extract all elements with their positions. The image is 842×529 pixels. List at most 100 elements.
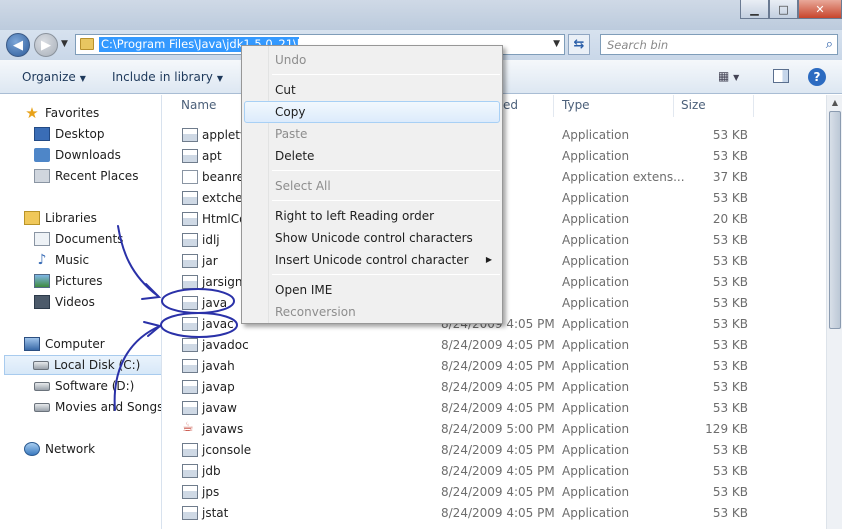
menu-item-select-all[interactable]: Select All <box>244 175 500 197</box>
menu-item-delete[interactable]: Delete <box>244 145 500 167</box>
libraries-header[interactable]: Libraries <box>24 208 97 228</box>
change-view-button[interactable]: ▦ ▼ <box>718 69 739 83</box>
menu-item-cut[interactable]: Cut <box>244 79 500 101</box>
file-size: 53 KB <box>712 380 748 394</box>
scrollbar-thumb[interactable] <box>829 111 841 329</box>
menu-separator <box>272 274 500 275</box>
table-row[interactable]: jconsole 8/24/2009 4:05 PM Application 53 K… <box>163 440 826 461</box>
nav-item-downloads[interactable]: Downloads <box>34 145 121 165</box>
file-name: java <box>202 296 228 310</box>
chevron-down-icon: ▼ <box>79 74 86 83</box>
file-type: Application <box>562 338 630 352</box>
videos-icon <box>34 295 50 309</box>
menu-item-rtl-reading-order[interactable]: Right to left Reading order <box>244 205 500 227</box>
column-divider[interactable] <box>753 95 754 117</box>
nav-item-videos[interactable]: Videos <box>34 292 95 312</box>
application-icon <box>182 296 198 310</box>
forward-button[interactable]: ▶ <box>34 33 58 57</box>
column-divider[interactable] <box>673 95 674 117</box>
scroll-up-arrow[interactable]: ▲ <box>827 95 842 111</box>
file-name: javac <box>202 317 234 331</box>
close-button[interactable]: ✕ <box>798 0 842 19</box>
nav-item-documents[interactable]: Documents <box>34 229 123 249</box>
table-row[interactable]: jstat 8/24/2009 4:05 PM Application 53 KB <box>163 503 826 524</box>
maximize-button[interactable]: □ <box>769 0 798 19</box>
table-row[interactable]: javap 8/24/2009 4:05 PM Application 53 KB <box>163 377 826 398</box>
menu-item-reconversion[interactable]: Reconversion <box>244 301 500 323</box>
favorites-header[interactable]: ★ Favorites <box>24 103 99 123</box>
file-size: 129 KB <box>705 422 748 436</box>
nav-item-software-d[interactable]: Software (D:) <box>34 376 134 396</box>
file-size: 53 KB <box>712 464 748 478</box>
file-name: javah <box>202 359 235 373</box>
back-button[interactable]: ◀ <box>6 33 30 57</box>
file-date: 8/24/2009 5:00 PM <box>441 422 555 436</box>
application-icon <box>182 464 198 478</box>
vertical-scrollbar[interactable]: ▲ <box>826 95 842 529</box>
file-name: jstat <box>202 506 229 520</box>
network-header[interactable]: Network <box>24 439 95 459</box>
nav-item-pictures[interactable]: Pictures <box>34 271 103 291</box>
menu-item-copy[interactable]: Copy <box>244 101 500 123</box>
search-input[interactable]: Search bin ⌕ <box>600 34 838 55</box>
nav-item-label: Videos <box>55 295 95 309</box>
refresh-button[interactable]: ⇆ <box>568 34 590 55</box>
file-type: Application <box>562 296 630 310</box>
table-row[interactable]: jdb 8/24/2009 4:05 PM Application 53 KB <box>163 461 826 482</box>
column-header-name[interactable]: Name <box>181 98 216 112</box>
menu-item-paste[interactable]: Paste <box>244 123 500 145</box>
table-row[interactable]: javadoc 8/24/2009 4:05 PM Application 53 KB <box>163 335 826 356</box>
recent-pages-dropdown[interactable]: ▼ <box>61 39 68 49</box>
application-icon <box>182 275 198 289</box>
preview-pane-button[interactable] <box>773 69 789 83</box>
address-dropdown-icon[interactable]: ▼ <box>553 39 560 49</box>
file-size: 53 KB <box>712 506 748 520</box>
file-size: 53 KB <box>712 296 748 310</box>
file-date: 8/24/2009 4:05 PM <box>441 380 555 394</box>
help-button[interactable]: ? <box>808 68 826 86</box>
computer-label: Computer <box>45 337 105 351</box>
nav-item-label: Pictures <box>55 274 103 288</box>
minimize-button[interactable]: ▁ <box>740 0 769 19</box>
network-label: Network <box>45 442 96 456</box>
column-header-type[interactable]: Type <box>562 98 590 112</box>
nav-item-recent-places[interactable]: Recent Places <box>34 166 138 186</box>
file-type: Application <box>562 317 630 331</box>
nav-item-music[interactable]: ♪ Music <box>34 250 90 270</box>
nav-item-local-disk-c[interactable]: Local Disk (C:) <box>4 355 161 375</box>
menu-separator <box>272 200 500 201</box>
application-icon <box>182 506 198 520</box>
file-date: 8/24/2009 4:05 PM <box>441 359 555 373</box>
column-header-size[interactable]: Size <box>681 98 706 112</box>
column-header-date-modified[interactable]: ed <box>503 98 518 112</box>
menu-item-open-ime[interactable]: Open IME <box>244 279 500 301</box>
menu-item-show-unicode[interactable]: Show Unicode control characters <box>244 227 500 249</box>
application-icon <box>182 128 198 142</box>
table-row[interactable]: ☕ javaws 8/24/2009 5:00 PM Application 129 K… <box>163 419 826 440</box>
table-row[interactable]: javaw 8/24/2009 4:05 PM Application 53 KB <box>163 398 826 419</box>
disk-icon <box>34 402 50 412</box>
file-size: 37 KB <box>712 170 748 184</box>
nav-item-desktop[interactable]: Desktop <box>34 124 105 144</box>
computer-header[interactable]: Computer <box>24 334 105 354</box>
table-row[interactable]: javah 8/24/2009 4:05 PM Application 53 KB <box>163 356 826 377</box>
file-type: Application <box>562 380 630 394</box>
nav-item-movies-and-songs[interactable]: Movies and Songs (E:) <box>34 397 161 417</box>
menu-item-insert-unicode[interactable]: Insert Unicode control character ▶ <box>244 249 500 271</box>
include-in-library-button[interactable]: Include in library ▼ <box>112 70 223 84</box>
table-row[interactable]: jps 8/24/2009 4:05 PM Application 53 KB <box>163 482 826 503</box>
network-icon <box>24 442 40 456</box>
menu-item-undo[interactable]: Undo <box>244 49 500 71</box>
menu-item-label: Insert Unicode control character <box>275 253 469 267</box>
search-icon[interactable]: ⌕ <box>826 37 833 52</box>
file-size: 53 KB <box>712 128 748 142</box>
nav-item-label: Downloads <box>55 148 121 162</box>
file-size: 53 KB <box>712 359 748 373</box>
nav-item-label: Music <box>55 253 90 267</box>
column-divider[interactable] <box>553 95 554 117</box>
chevron-down-icon: ▼ <box>216 74 224 83</box>
file-name: javaws <box>202 422 244 436</box>
organize-button[interactable]: Organize ▼ <box>22 70 86 84</box>
application-icon <box>182 149 198 163</box>
file-type: Application <box>562 128 630 142</box>
